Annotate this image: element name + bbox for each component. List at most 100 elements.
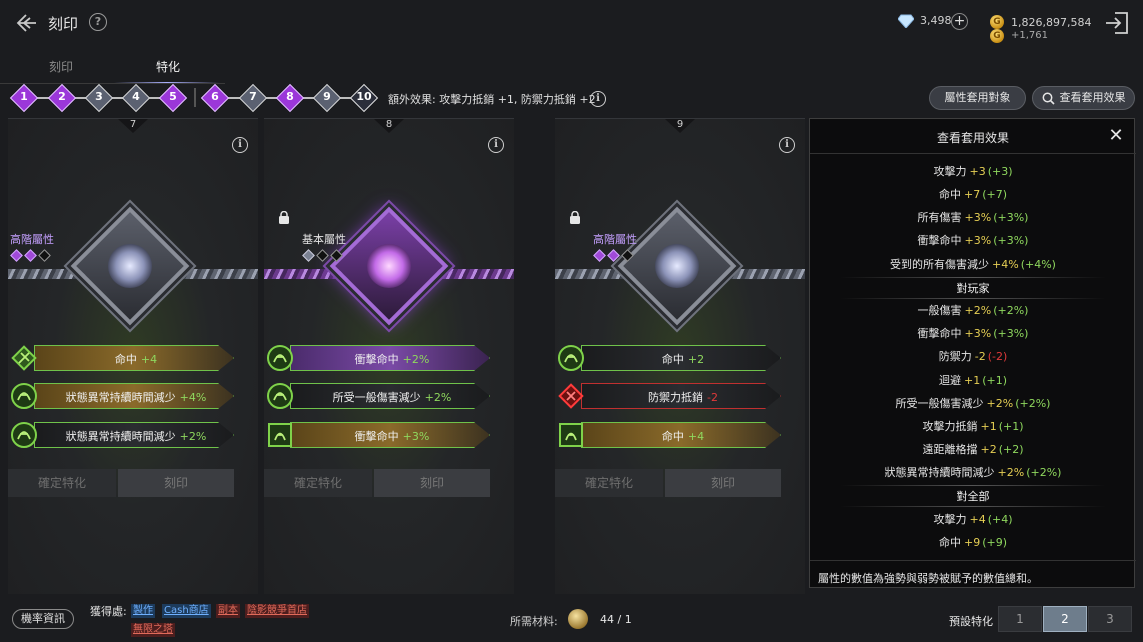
- stat-name: 衝擊命中: [354, 353, 399, 366]
- effect-value: +2%: [986, 397, 1014, 410]
- stat-name: 防禦力抵銷: [648, 391, 704, 404]
- effect-row: 攻擊力 +4 (+4): [810, 511, 1136, 527]
- effect-value: +7: [963, 188, 981, 201]
- stat-row[interactable]: 衝擊命中 +2%: [264, 343, 500, 373]
- effect-name: 命中: [938, 536, 961, 549]
- stat-text: 狀態異常持續時間減少 +2%: [42, 428, 230, 444]
- material-label: 所需材料:: [510, 615, 558, 628]
- effect-name: 攻擊力: [933, 165, 967, 178]
- stat-row[interactable]: 命中 +2: [555, 343, 791, 373]
- emblem-core: [645, 234, 709, 298]
- effect-row: 所受一般傷害減少 +2% (+2%): [810, 395, 1136, 411]
- engrave-emblem: [329, 206, 449, 326]
- popup-footer-divider: [810, 560, 1136, 561]
- lock-icon: [278, 210, 290, 224]
- preset-button-2[interactable]: 2: [1043, 606, 1087, 632]
- effect-row: 狀態異常持續時間減少 +2% (+2%): [810, 464, 1136, 480]
- tab-engrave[interactable]: 刻印: [49, 58, 73, 75]
- bottom-bar: 機率資訊 獲得處: 製作 Cash商店 副本 陰影競爭首店 無限之塔 所需材料: 44 …: [0, 598, 1143, 642]
- help-icon[interactable]: ?: [89, 13, 107, 31]
- popup-footnote: 屬性的數值為強勢與弱勢被賦予的數值總和。: [818, 572, 1038, 585]
- effect-base-value: (+3%): [993, 327, 1029, 340]
- tier-label: 基本屬性: [302, 233, 346, 246]
- source-link[interactable]: 副本: [216, 604, 240, 618]
- emblem-core: [98, 234, 162, 298]
- panel-info-icon[interactable]: i: [779, 137, 795, 153]
- applied-effects-popup: 查看套用效果 ✕ 攻擊力 +3 (+3) 命中 +7 (+7) 所有傷害 +3% (+3%) 衝擊…: [809, 118, 1136, 588]
- square-emblem-icon: [557, 421, 585, 449]
- stat-row[interactable]: 狀態異常持續時間減少 +2%: [8, 420, 244, 450]
- exit-icon[interactable]: [1103, 10, 1131, 36]
- effect-row: 受到的所有傷害減少 +4% (+4%): [810, 256, 1136, 272]
- effect-name: 所受一般傷害減少: [895, 397, 984, 410]
- specialization-panel: 9 i 高階屬性 命中 +2 防禦力抵銷 -2 命中 +4 確定特化 刻印: [555, 118, 805, 594]
- step-number: 5: [169, 90, 177, 103]
- tier-gems: [10, 249, 54, 262]
- probability-info-button[interactable]: 機率資訊: [12, 609, 74, 629]
- confirm-specialize-button[interactable]: 確定特化: [264, 469, 372, 497]
- stat-text: 衝擊命中 +2%: [298, 351, 486, 367]
- tabs-divider: [0, 83, 225, 84]
- bonus-info-icon[interactable]: i: [590, 91, 606, 107]
- step-number: 6: [211, 90, 219, 103]
- lock-icon: [569, 210, 581, 224]
- step-number: 3: [95, 90, 103, 103]
- stat-text: 命中 +4: [42, 351, 230, 367]
- effect-row: 所有傷害 +3% (+3%): [810, 209, 1136, 225]
- source-link[interactable]: 陰影競爭首店: [245, 604, 309, 618]
- close-icon[interactable]: ✕: [1108, 127, 1124, 145]
- preset-button-1[interactable]: 1: [998, 606, 1042, 632]
- effect-value: +3: [969, 165, 986, 178]
- stat-name: 狀態異常持續時間減少: [65, 391, 176, 404]
- tier-gem: [38, 249, 51, 262]
- effect-name: 衝擊命中: [917, 327, 962, 340]
- page-title: 刻印: [48, 15, 79, 33]
- effect-row: 命中 +7 (+7): [810, 186, 1136, 202]
- confirm-specialize-button[interactable]: 確定特化: [555, 469, 663, 497]
- confirm-specialize-button[interactable]: 確定特化: [8, 469, 116, 497]
- effect-name: 遠距離格擋: [922, 443, 978, 456]
- engrave-button[interactable]: 刻印: [665, 469, 781, 497]
- back-arrow-icon[interactable]: [12, 9, 40, 37]
- stat-text: 衝擊命中 +3%: [298, 428, 486, 444]
- effect-row: 遠距離格擋 +2 (+2): [810, 441, 1136, 457]
- stat-row[interactable]: 所受一般傷害減少 +2%: [264, 381, 500, 411]
- tab-specialize[interactable]: 特化: [156, 58, 180, 75]
- step-number: 7: [249, 90, 257, 103]
- tier-gem: [302, 249, 315, 262]
- panel-info-icon[interactable]: i: [232, 137, 248, 153]
- preset-button-3[interactable]: 3: [1088, 606, 1132, 632]
- effect-name: 迴避: [938, 374, 961, 387]
- engrave-button[interactable]: 刻印: [118, 469, 234, 497]
- stat-row[interactable]: 衝擊命中 +3%: [264, 420, 500, 450]
- effect-name: 命中: [938, 188, 961, 201]
- tier-gem: [316, 249, 329, 262]
- source-link[interactable]: Cash商店: [162, 604, 211, 618]
- stat-row[interactable]: 命中 +4: [555, 420, 791, 450]
- panel-info-icon[interactable]: i: [488, 137, 504, 153]
- panel-number: 7: [129, 119, 137, 130]
- add-diamond-button[interactable]: +: [951, 13, 968, 30]
- engrave-emblem: [617, 206, 737, 326]
- tier-gem: [593, 249, 606, 262]
- material-icon: [568, 609, 588, 629]
- green-emblem-icon: [10, 344, 38, 372]
- green-emblem-icon: [557, 344, 585, 372]
- effect-row: 衝擊命中 +3% (+3%): [810, 232, 1136, 248]
- effect-base-value: (+4%): [1020, 258, 1056, 271]
- effect-row: 衝擊命中 +3% (+3%): [810, 325, 1136, 341]
- engrave-button[interactable]: 刻印: [374, 469, 490, 497]
- effect-value: +2: [980, 443, 997, 456]
- effect-row: 攻擊力抵銷 +1 (+1): [810, 418, 1136, 434]
- stat-row[interactable]: 狀態異常持續時間減少 +4%: [8, 381, 244, 411]
- effect-row: 防禦力 -2 (-2): [810, 348, 1136, 364]
- apply-target-button[interactable]: 屬性套用對象: [929, 86, 1026, 110]
- material-count: 44 / 1: [600, 613, 632, 626]
- stat-row[interactable]: 命中 +4: [8, 343, 244, 373]
- source-link[interactable]: 製作: [131, 604, 155, 618]
- stat-row[interactable]: 防禦力抵銷 -2: [555, 381, 791, 411]
- step-number: 4: [132, 90, 140, 103]
- source-link[interactable]: 無限之塔: [131, 623, 175, 637]
- effect-value: +3%: [964, 211, 992, 224]
- view-effects-button[interactable]: 查看套用效果: [1032, 86, 1135, 110]
